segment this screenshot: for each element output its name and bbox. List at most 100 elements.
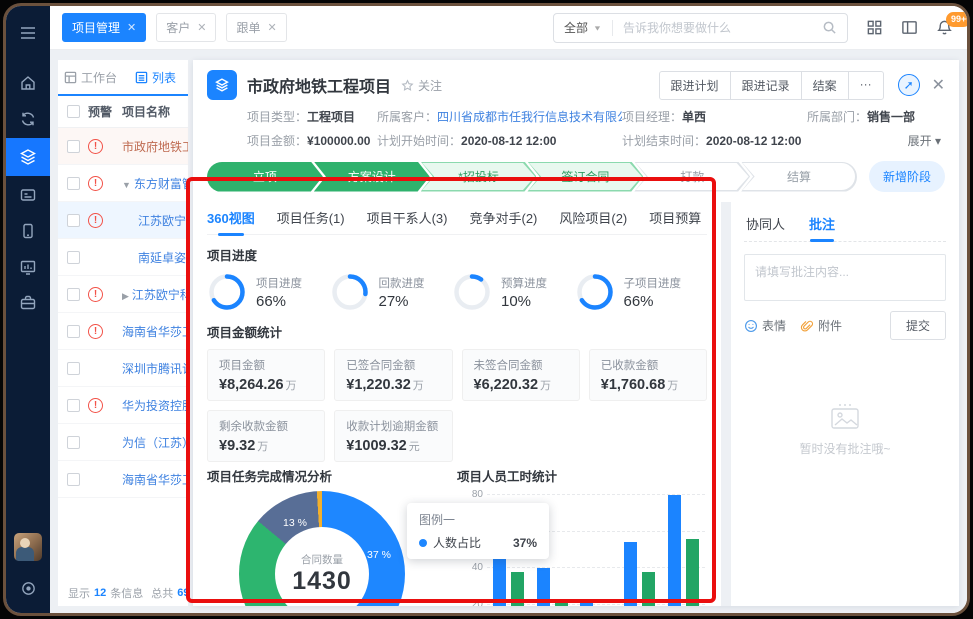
tab-list[interactable]: 列表 (123, 60, 188, 94)
row-checkbox[interactable] (67, 399, 80, 412)
apps-grid-icon[interactable] (866, 19, 883, 36)
open-tab-chip[interactable]: 客户✕ (156, 13, 216, 42)
table-row[interactable]: !市政府地铁工 (58, 128, 188, 165)
project-name-link[interactable]: 市政府地铁工 (122, 138, 188, 155)
pipeline-stage[interactable]: 打款 (634, 162, 750, 192)
table-row[interactable]: !江苏欧宁 (58, 202, 188, 239)
table-row[interactable]: 深圳市腾讯计 (58, 350, 188, 387)
menu-icon[interactable] (6, 16, 50, 50)
user-avatar[interactable] (14, 533, 42, 561)
attachment-button[interactable]: 附件 (800, 317, 842, 334)
detail-tab[interactable]: 项目任务(1) (277, 208, 345, 229)
open-tab-chip[interactable]: 跟单✕ (226, 13, 286, 42)
search-scope-select[interactable]: 全部▼ (564, 19, 602, 36)
action-button[interactable]: 跟进记录 (730, 71, 802, 100)
money-card-value: ¥8,264.26万 (219, 377, 313, 393)
row-checkbox[interactable] (67, 251, 80, 264)
project-name-link[interactable]: 华为投资控股 (122, 397, 188, 414)
search-icon[interactable] (822, 20, 837, 35)
stage-label: *招投标 (421, 162, 537, 192)
row-checkbox[interactable] (67, 436, 80, 449)
table-row[interactable]: 海南省华莎工 (58, 461, 188, 498)
open-tab-chip[interactable]: 项目管理✕ (62, 13, 146, 42)
page-title: 市政府地铁工程项目 (247, 73, 391, 97)
follow-button[interactable]: 关注 (401, 77, 442, 94)
close-tab-icon[interactable]: ✕ (197, 21, 206, 34)
action-button[interactable]: ··· (848, 71, 884, 100)
briefcase-icon[interactable] (6, 286, 50, 320)
close-tab-icon[interactable]: ✕ (267, 21, 276, 34)
project-name-link[interactable]: 海南省华莎工 (122, 323, 188, 340)
sync-icon[interactable] (6, 102, 50, 136)
comment-input[interactable]: 请填写批注内容... (744, 254, 946, 301)
tab-collaborators[interactable]: 协同人 (746, 214, 785, 233)
open-external-icon[interactable]: ➚ (898, 74, 920, 96)
row-checkbox[interactable] (67, 473, 80, 486)
eye-icon[interactable] (6, 571, 50, 605)
warning-icon: ! (88, 398, 103, 413)
emoji-button[interactable]: 表情 (744, 317, 786, 334)
collapse-icon[interactable]: ▼ (122, 180, 131, 190)
table-row[interactable]: !海南省华莎工 (58, 313, 188, 350)
table-row[interactable]: ! 华为投资控股 (58, 387, 188, 424)
project-name-link[interactable]: ▼东方财富管 (122, 175, 188, 192)
detail-tab[interactable]: 风险项目(2) (559, 208, 627, 229)
row-checkbox[interactable] (67, 140, 80, 153)
tab-workbench[interactable]: 工作台 (58, 60, 123, 94)
list-header-row: 预警 项目名称 (58, 96, 188, 128)
project-name-link[interactable]: ▶江苏欧宁科 (122, 286, 188, 303)
expand-toggle[interactable]: 展开 ▾ (807, 132, 945, 149)
table-row[interactable]: 南延卓姿 (58, 239, 188, 276)
card-icon[interactable] (6, 178, 50, 212)
row-checkbox[interactable] (67, 362, 80, 375)
customer-link[interactable]: 四川省成都市任我行信息技术有限公司 (437, 110, 622, 124)
project-name-link[interactable]: 海南省华莎工 (122, 471, 188, 488)
project-name-link[interactable]: 深圳市腾讯计 (122, 360, 188, 377)
progress-ring: 回款进度27% (330, 272, 425, 312)
detail-tabs: 360视图项目任务(1)项目干系人(3)竞争对手(2)风险项目(2)项目预算更多… (207, 202, 707, 235)
money-card: 未签合同金额¥6,220.32万 (462, 349, 580, 401)
project-name-link[interactable]: 南延卓姿 (122, 249, 188, 266)
row-checkbox[interactable] (67, 325, 80, 338)
table-row[interactable]: 为信（江苏） (58, 424, 188, 461)
action-button[interactable]: 跟进计划 (659, 71, 731, 100)
projects-icon[interactable] (6, 138, 50, 176)
global-search[interactable]: 全部▼ 告诉我你想要做什么 (553, 13, 848, 43)
project-name-link[interactable]: 为信（江苏） (122, 434, 188, 451)
add-stage-button[interactable]: 新增阶段 (869, 161, 945, 192)
home-icon[interactable] (6, 66, 50, 100)
pipeline-stage[interactable]: 方案设计 (314, 162, 430, 192)
close-tab-icon[interactable]: ✕ (127, 21, 136, 34)
tab-annotations[interactable]: 批注 (809, 214, 835, 233)
open-tab-chips: 项目管理✕ 客户✕ 跟单✕ (62, 13, 287, 42)
report-icon[interactable] (6, 250, 50, 284)
row-checkbox[interactable] (67, 214, 80, 227)
pipeline-stage[interactable]: 立项 (207, 162, 323, 192)
search-input[interactable]: 告诉我你想要做什么 (623, 19, 822, 36)
submit-button[interactable]: 提交 (890, 311, 946, 340)
select-all-checkbox[interactable] (67, 105, 80, 118)
notifications-bell-icon[interactable]: 99+ (936, 19, 953, 36)
pipeline-stage[interactable]: 签订合同 (527, 162, 643, 192)
row-checkbox[interactable] (67, 288, 80, 301)
bar-计划工时 (537, 568, 550, 606)
close-icon[interactable]: ✕ (932, 75, 945, 95)
pipeline-stage[interactable]: *招投标 (421, 162, 537, 192)
pipeline-stage[interactable]: 结算 (741, 162, 857, 192)
device-icon[interactable] (6, 214, 50, 248)
table-row[interactable]: !▼东方财富管 (58, 165, 188, 202)
layout-columns-icon[interactable] (901, 19, 918, 36)
expand-icon[interactable]: ▶ (122, 291, 129, 301)
detail-tab[interactable]: 项目预算 (649, 208, 701, 229)
action-button[interactable]: 结案 (801, 71, 849, 100)
slice-label: 13 % (283, 517, 307, 529)
project-name-link[interactable]: 江苏欧宁 (122, 212, 188, 229)
progress-ring: 子项目进度66% (575, 272, 682, 312)
detail-tab[interactable]: 项目干系人(3) (367, 208, 448, 229)
row-checkbox[interactable] (67, 177, 80, 190)
progress-rings: 项目进度66%回款进度27%预算进度10%子项目进度66% (207, 272, 707, 312)
detail-tab[interactable]: 360视图 (207, 208, 255, 229)
detail-tab[interactable]: 竞争对手(2) (469, 208, 537, 229)
table-row[interactable]: !▶江苏欧宁科 (58, 276, 188, 313)
donut-chart: 37 %49 %13 % 合同数量 1430 (239, 491, 405, 606)
